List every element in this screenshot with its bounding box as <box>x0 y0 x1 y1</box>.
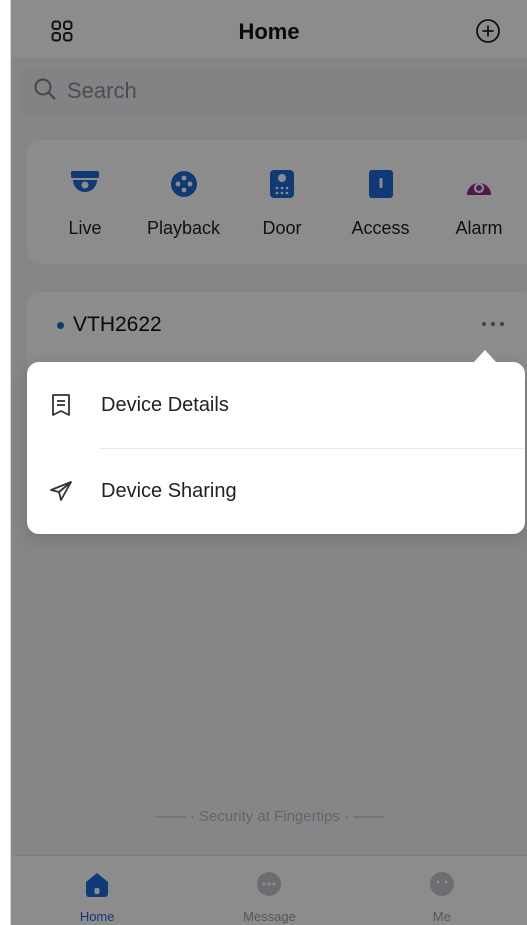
menu-item-label: Device Details <box>101 393 229 416</box>
send-icon <box>49 479 73 503</box>
document-icon <box>49 393 73 417</box>
menu-item-device-details[interactable]: Device Details <box>27 362 525 448</box>
app-screen: Home Search Live Playback Door Access Al… <box>10 0 527 925</box>
menu-item-label: Device Sharing <box>101 479 237 502</box>
menu-item-device-sharing[interactable]: Device Sharing <box>27 448 525 534</box>
device-options-popup: Device Details Device Sharing <box>27 350 525 534</box>
